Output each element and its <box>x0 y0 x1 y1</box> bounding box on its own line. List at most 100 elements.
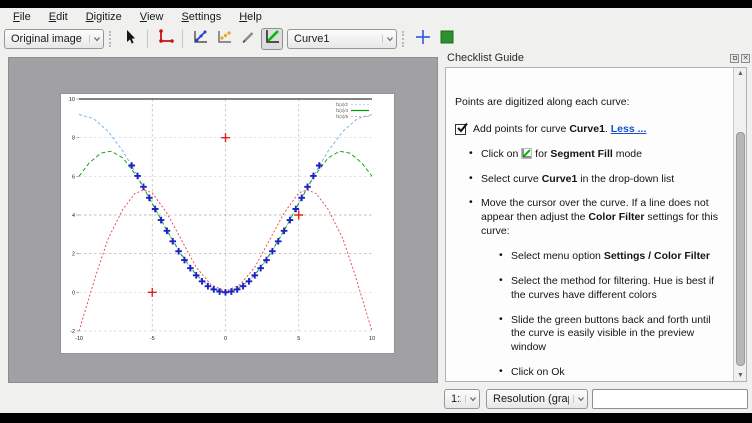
digitized-point-marker <box>234 286 241 293</box>
curve-point-tool-button[interactable] <box>189 28 211 50</box>
point-match-tool-button[interactable] <box>213 28 235 50</box>
emphasized-text: Curve1 <box>542 173 578 185</box>
x-tick-label: -10 <box>75 336 83 342</box>
checked-checkbox[interactable] <box>455 124 466 135</box>
digitized-point-marker <box>287 217 294 224</box>
axis-point-icon <box>157 28 174 50</box>
emphasized-text: Curve1 <box>569 123 605 135</box>
checklist-text: for <box>532 148 550 160</box>
select-tool-button[interactable] <box>119 28 141 50</box>
menu-item-settings[interactable]: Settings <box>172 9 230 25</box>
pencil-icon <box>240 29 256 50</box>
checklist-paragraph: Points are digitized along each curve: <box>455 96 719 110</box>
menu-item-file[interactable]: File <box>4 9 40 25</box>
y-tick-label: 4 <box>72 213 75 219</box>
chevron-down-icon <box>382 35 394 43</box>
emphasized-text: Color Filter <box>588 211 644 223</box>
scroll-up-icon[interactable]: ▲ <box>735 68 746 79</box>
checklist-bullet: Select menu option Settings / Color Filt… <box>499 250 719 264</box>
resolution-combo-value: Resolution (graph): <box>493 393 569 405</box>
checklist-text: Click on Ok <box>511 366 565 378</box>
axis-point-marker <box>148 288 157 297</box>
zoom-combo[interactable]: 1:2 <box>444 389 480 409</box>
segment-fill-icon <box>264 28 281 50</box>
legend-label: f1(x)/5 <box>336 114 349 119</box>
checklist-text: Points are digitized along each curve: <box>455 96 630 108</box>
toolbar-separator <box>182 30 183 48</box>
task-label: Add points for curve Curve1. Less ... <box>473 123 646 137</box>
blue-crosshair-icon <box>414 28 432 51</box>
color-picker-tool-button[interactable] <box>237 28 259 50</box>
float-icon <box>733 56 737 60</box>
curve-combo[interactable]: Curve1 <box>287 29 397 49</box>
axis-point-marker <box>221 133 230 142</box>
x-tick-label: -5 <box>150 336 155 342</box>
background-combo-value: Original image <box>11 33 85 45</box>
x-tick-label: 0 <box>224 336 227 342</box>
digitized-point-marker <box>128 162 135 169</box>
dock-float-button[interactable] <box>730 54 739 63</box>
menu-item-view[interactable]: View <box>131 9 173 25</box>
menu-item-help[interactable]: Help <box>230 9 271 25</box>
x-tick-label: 5 <box>297 336 300 342</box>
checklist-bullet: Click on Ok <box>499 366 719 380</box>
checklist-scrollbar[interactable]: ▲ ▼ <box>733 68 746 381</box>
curve-point-icon <box>192 28 209 50</box>
toolbar-handle <box>109 31 113 47</box>
menu-item-edit[interactable]: Edit <box>40 9 77 25</box>
digitized-point-marker <box>310 173 317 180</box>
checklist-bullet: Move the cursor over the curve. If a lin… <box>469 197 719 239</box>
y-tick-label: 0 <box>72 290 75 296</box>
y-tick-label: -2 <box>70 329 75 335</box>
zoom-combo-value: 1:2 <box>451 393 461 405</box>
toolbar: Original image <box>0 26 752 52</box>
legend-label: f1(x)/4 <box>336 108 349 113</box>
checklist-text: in the drop-down list <box>577 173 674 185</box>
y-tick-label: 6 <box>72 174 75 180</box>
chevron-down-icon <box>89 35 101 43</box>
checklist-panel: Points are digitized along each curve: Ad… <box>445 67 747 382</box>
menu-item-digitize[interactable]: Digitize <box>77 9 131 25</box>
status-bar: 1:2 Resolution (graph): <box>0 384 752 413</box>
digitized-point-marker <box>210 286 217 293</box>
digitized-point-marker <box>146 194 153 201</box>
digitized-point-marker <box>152 206 159 213</box>
scroll-down-icon[interactable]: ▼ <box>735 370 746 381</box>
bottom-black-border <box>0 413 752 423</box>
digitized-point-marker <box>316 162 323 169</box>
legend-label: f1(x)/2 <box>336 102 349 107</box>
chevron-down-icon <box>573 395 585 403</box>
digitized-point-marker <box>193 272 200 279</box>
zoom-crosshair-button[interactable] <box>412 28 434 50</box>
app-window: FileEditDigitizeViewSettingsHelp Origina… <box>0 0 752 423</box>
checklist-text: Select curve <box>481 173 542 185</box>
green-square-icon <box>440 30 454 49</box>
resolution-combo[interactable]: Resolution (graph): <box>486 389 588 409</box>
less-link[interactable]: Less ... <box>611 123 647 135</box>
segment-fill-tool-button[interactable] <box>261 28 283 50</box>
background-combo[interactable]: Original image <box>4 29 104 49</box>
checklist-bullet: Slide the green buttons back and forth u… <box>499 314 719 356</box>
axis-point-tool-button[interactable] <box>154 28 176 50</box>
curve-combo-value: Curve1 <box>294 33 378 45</box>
top-black-border <box>0 0 752 8</box>
graph-canvas[interactable]: 1086420-2-10-50510f1(x)/2f1(x)/4f1(x)/5 <box>8 57 438 383</box>
fill-color-swatch[interactable] <box>436 28 458 50</box>
point-match-icon <box>216 28 233 50</box>
digitized-point-marker <box>298 194 305 201</box>
graph-plot[interactable]: 1086420-2-10-50510f1(x)/2f1(x)/4f1(x)/5 <box>61 94 394 353</box>
status-input[interactable] <box>592 389 748 409</box>
scrollbar-thumb[interactable] <box>736 132 745 366</box>
checklist-text: Add points for curve <box>473 123 569 135</box>
checklist-text: Select menu option <box>511 250 604 262</box>
cursor-arrow-icon <box>122 29 138 50</box>
digitized-point-marker <box>252 272 259 279</box>
checklist-bullet: Select curve Curve1 in the drop-down lis… <box>469 173 719 187</box>
digitized-point-marker <box>158 217 165 224</box>
chevron-down-icon <box>465 395 477 403</box>
segment-fill-icon <box>521 148 532 159</box>
digitized-point-marker <box>281 228 288 235</box>
dock-close-button[interactable]: ✕ <box>741 54 750 63</box>
checklist-content: Points are digitized along each curve: Ad… <box>446 68 733 381</box>
graph-page[interactable]: 1086420-2-10-50510f1(x)/2f1(x)/4f1(x)/5 <box>61 94 394 353</box>
